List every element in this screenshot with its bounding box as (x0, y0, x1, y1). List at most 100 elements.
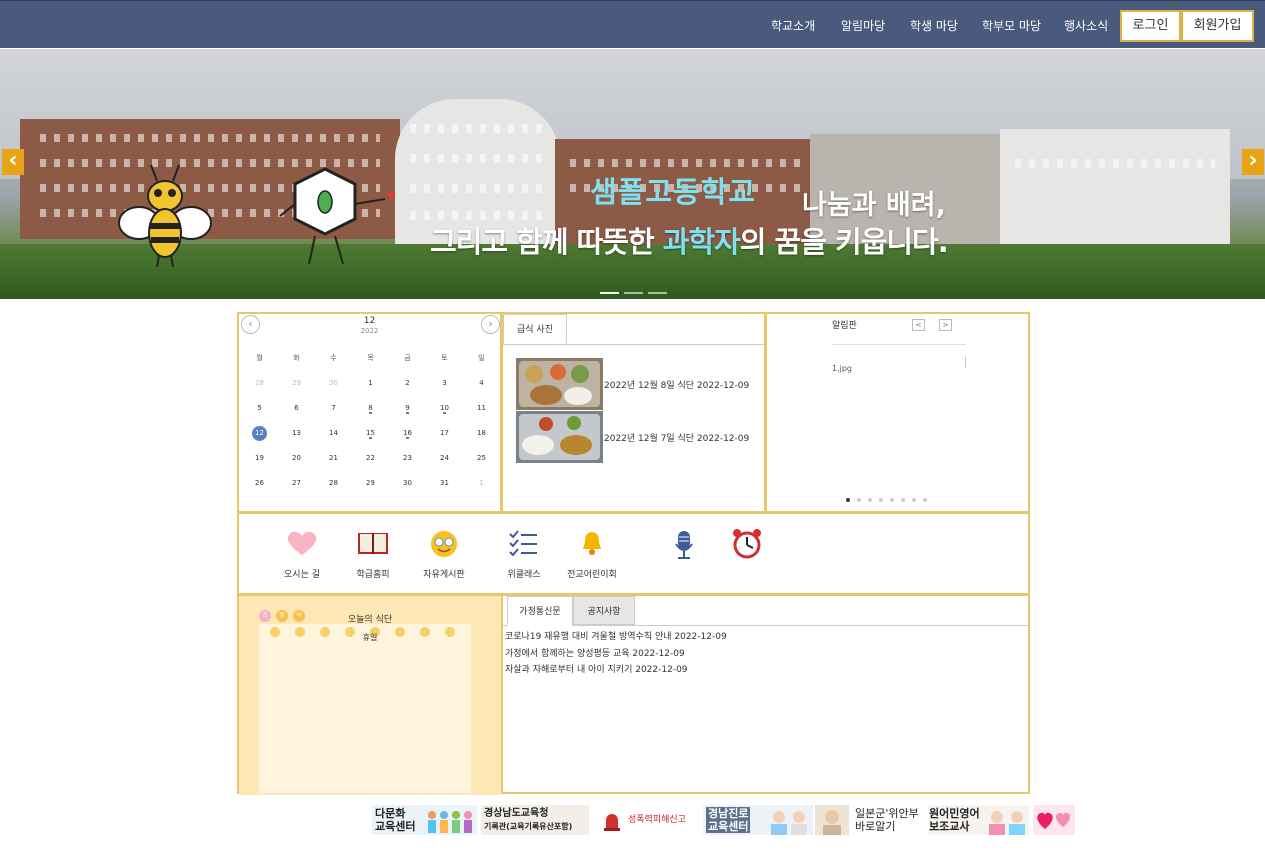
calendar-day[interactable]: 3 (426, 377, 463, 402)
notice-board-pagination (846, 487, 934, 506)
calendar-day[interactable]: 27 (278, 477, 315, 502)
meal-photo-thumbnail[interactable] (516, 411, 603, 463)
bee-mascot-icon (118, 164, 212, 268)
calendar-day[interactable]: 7 (315, 402, 352, 427)
calendar-next-button[interactable]: › (481, 315, 500, 334)
notice-board-prev-button[interactable]: < (912, 319, 925, 331)
calendar-day[interactable]: 19 (241, 452, 278, 477)
calendar-day[interactable]: 25 (463, 452, 500, 477)
calendar-day[interactable]: 2 (389, 377, 426, 402)
news-item[interactable]: 코로나19 재유행 대비 겨울철 방역수칙 안내 2022-12-09 (505, 629, 727, 642)
calendar-day[interactable]: 1 (463, 477, 500, 502)
calendar-day[interactable]: 1 (352, 377, 389, 402)
login-button[interactable]: 로그인 (1120, 10, 1181, 42)
calendar-day[interactable]: 26 (241, 477, 278, 502)
calendar-day[interactable]: 5 (241, 402, 278, 427)
calendar-day[interactable]: 9 (389, 402, 426, 427)
signup-button[interactable]: 회원가입 (1181, 10, 1254, 42)
calendar-day[interactable]: 6 (278, 402, 315, 427)
hero-slide-dot[interactable] (624, 292, 643, 294)
banner-multicultural-center[interactable]: 다문화 교육센터 (372, 805, 477, 835)
meal-photo-caption[interactable]: 2022년 12월 8일 식단 2022-12-09 (604, 378, 749, 391)
hero-slide-dot[interactable] (648, 292, 667, 294)
nav-link-parents[interactable]: 학부모 마당 (982, 17, 1041, 34)
notice-board-page-dot[interactable] (901, 498, 905, 502)
notice-board-next-button[interactable]: > (939, 319, 952, 331)
calendar-day[interactable]: 28 (241, 377, 278, 402)
hearts-icon (1033, 805, 1075, 835)
calendar-day[interactable]: 13 (278, 427, 315, 452)
tab-home-letters[interactable]: 가정통신문 (507, 596, 573, 626)
calendar-day[interactable]: 17 (426, 427, 463, 452)
news-item[interactable]: 가정에서 함께하는 양성평등 교육 2022-12-09 (505, 646, 685, 659)
news-item[interactable]: 자살과 자해로부터 내 아이 지키기 2022-12-09 (505, 662, 688, 675)
tab-meal-photos[interactable]: 급식 사진 (503, 314, 567, 344)
nav-link-events[interactable]: 행사소식 (1064, 17, 1108, 34)
calendar-day[interactable]: 29 (278, 377, 315, 402)
notice-board-page-dot[interactable] (868, 498, 872, 502)
banner-career-center[interactable]: 경남진로 교육센터 (703, 805, 813, 835)
quick-link-schedule[interactable] (730, 528, 764, 568)
calendar-day[interactable]: 8 (352, 402, 389, 427)
calendar-day[interactable]: 20 (278, 452, 315, 477)
quick-link-broadcast[interactable] (669, 530, 699, 570)
calendar-day[interactable]: 14 (315, 427, 352, 452)
calendar-day[interactable]: 30 (315, 377, 352, 402)
nav-link-school-intro[interactable]: 학교소개 (771, 17, 815, 34)
notice-board-page-dot[interactable] (912, 498, 916, 502)
student-portrait-icon (771, 811, 807, 835)
quick-link-student-council[interactable]: 전교어린이회 (567, 530, 617, 580)
hero-slide-dot[interactable] (600, 292, 619, 294)
quick-link-directions[interactable]: 오시는 길 (284, 530, 320, 580)
calendar-day[interactable]: 30 (389, 477, 426, 502)
notice-board-title: 알림판 (832, 321, 857, 331)
banner-hearts[interactable] (1033, 805, 1075, 835)
calendar-day[interactable]: 16 (389, 427, 426, 452)
calendar-day[interactable]: 28 (315, 477, 352, 502)
calendar-event-marker (443, 412, 446, 414)
calendar-day[interactable]: 18 (463, 427, 500, 452)
calendar-month: 12 (363, 316, 376, 326)
calendar-day[interactable]: 15 (352, 427, 389, 452)
calendar-event-marker (406, 412, 409, 414)
calendar-day[interactable]: 23 (389, 452, 426, 477)
banner-comfort-women[interactable]: 일본군'위안부' 바로알기 (815, 805, 919, 835)
calendar-day[interactable]: 10 (426, 402, 463, 427)
calendar-day[interactable]: 31 (426, 477, 463, 502)
banner-sexual-violence-report[interactable]: 성폭력피해신고 (600, 805, 692, 835)
photo-panel: 급식 사진 2022년 12월 8일 식단 2022-12-09 2022년 1… (501, 312, 766, 513)
calendar-week-row: 5 6 7 8 9 10 11 (241, 402, 500, 427)
tab-announcements[interactable]: 공지사항 (573, 596, 635, 625)
quick-link-class-homepage[interactable]: 학급홈피 (356, 530, 390, 580)
meal-photo-thumbnail[interactable] (516, 358, 603, 410)
banner-native-english-teacher[interactable]: 원어민영어 보조교사 (929, 805, 1029, 835)
calendar-event-marker (369, 412, 372, 414)
notice-board-page-dot[interactable] (890, 498, 894, 502)
heart-icon (287, 531, 317, 555)
calendar-day-today[interactable]: 12 (241, 426, 278, 452)
alert-siren-icon (604, 814, 620, 831)
quick-link-wee-class[interactable]: 위클래스 (507, 530, 541, 580)
notice-board-image[interactable]: 1.jpg (832, 356, 966, 373)
calendar-weekday: 목 (367, 354, 374, 362)
calendar-day[interactable]: 22 (352, 452, 389, 477)
calendar-day[interactable]: 11 (463, 402, 500, 427)
notice-board-page-dot[interactable] (879, 498, 883, 502)
notice-board-page-dot[interactable] (846, 498, 850, 502)
calendar-day[interactable]: 4 (463, 377, 500, 402)
calendar-day[interactable]: 21 (315, 452, 352, 477)
notice-board-page-dot[interactable] (923, 498, 927, 502)
calendar-day[interactable]: 29 (352, 477, 389, 502)
nav-link-notices[interactable]: 알림마당 (841, 17, 885, 34)
nav-link-students[interactable]: 학생 마당 (910, 17, 958, 34)
banner-education-archive[interactable]: 경상남도교육청 기록관(교육기록유산포함) (481, 805, 589, 835)
quick-link-free-board[interactable]: 자유게시판 (423, 530, 465, 580)
meal-photo-caption[interactable]: 2022년 12월 7일 식단 2022-12-09 (604, 431, 749, 444)
calendar-weekday: 금 (404, 354, 411, 362)
notice-board-page-dot[interactable] (857, 498, 861, 502)
calendar-day[interactable]: 24 (426, 452, 463, 477)
calendar-year: 2022 (360, 327, 379, 335)
calendar-prev-button[interactable]: ‹ (241, 315, 260, 334)
hero-prev-arrow[interactable]: ‹ (2, 149, 24, 175)
hero-next-arrow[interactable]: › (1242, 149, 1264, 175)
